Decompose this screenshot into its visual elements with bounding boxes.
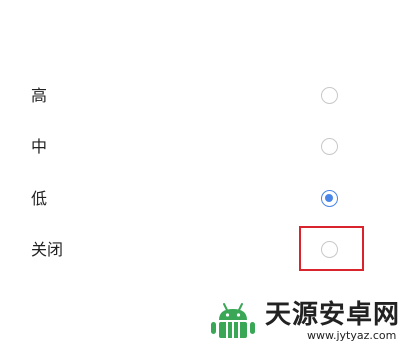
watermark: 天源安卓网 www.jytyaz.com [207, 296, 400, 348]
android-robot-icon [211, 303, 255, 338]
radio-dot [325, 194, 333, 202]
radio-button-unchecked[interactable] [321, 87, 338, 104]
option-label: 高 [31, 86, 48, 105]
watermark-url: www.jytyaz.com [307, 329, 397, 342]
watermark-title: 天源安卓网 [265, 300, 400, 330]
option-high[interactable]: 高 [0, 70, 400, 122]
option-label: 低 [31, 189, 48, 208]
option-label: 中 [31, 137, 48, 156]
option-medium[interactable]: 中 [0, 121, 400, 173]
option-low[interactable]: 低 [0, 173, 400, 225]
radio-button-unchecked[interactable] [321, 138, 338, 155]
radio-button-checked[interactable] [321, 190, 338, 207]
highlight-annotation-box [299, 226, 364, 271]
option-label: 关闭 [31, 240, 64, 259]
